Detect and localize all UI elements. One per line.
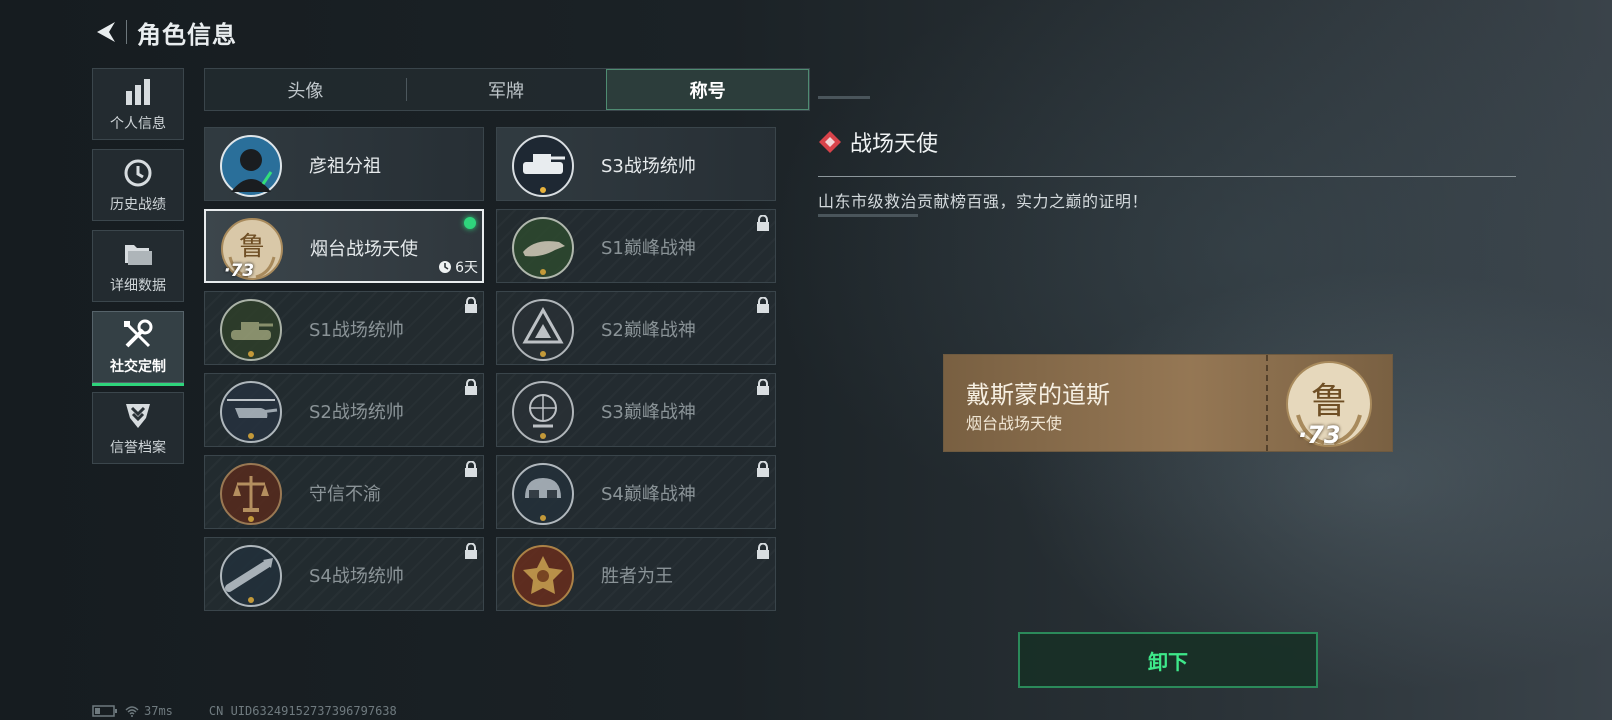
unequip-button[interactable]: 卸下: [1018, 632, 1318, 688]
history-clock-icon: [121, 156, 155, 190]
title-name: S1巅峰战神: [601, 238, 696, 259]
title-name: 守信不渝: [309, 484, 381, 505]
title-name: 彦祖分祖: [309, 156, 381, 177]
title-card-selected[interactable]: 鲁 ·73 烟台战场天使 6天: [204, 209, 484, 283]
lock-icon: [464, 378, 478, 395]
title-card[interactable]: S2战场统帅: [204, 373, 484, 447]
title-name: S3巅峰战神: [601, 402, 696, 423]
title-name: S1战场统帅: [309, 320, 404, 341]
helicopter-badge-icon: [219, 380, 283, 444]
crocodile-badge-icon: [511, 216, 575, 280]
lock-icon: [756, 542, 770, 559]
nav-item-history[interactable]: 历史战绩: [92, 149, 184, 221]
player-uid: CN UID6324915273739679763​8: [208, 704, 397, 718]
title-card[interactable]: 彦祖分祖: [204, 127, 484, 201]
title-name: S4战场统帅: [309, 566, 404, 587]
nav-item-personal-info[interactable]: 个人信息: [92, 68, 184, 140]
detail-divider: [818, 176, 1516, 177]
lock-icon: [464, 542, 478, 559]
diamond-marker-icon: [819, 131, 841, 153]
title-name: S2战场统帅: [309, 402, 404, 423]
back-arrow-icon[interactable]: [92, 17, 120, 47]
title-name: S4巅峰战神: [601, 484, 696, 505]
remaining-time: 6天: [438, 257, 478, 277]
bar-chart-icon: [121, 75, 155, 109]
tab-bar: 头像 军牌 称号: [204, 68, 810, 111]
armored-vehicle-badge-icon: [511, 134, 575, 198]
header: 角色信息: [92, 14, 237, 50]
side-nav: 个人信息 历史战绩 详细数据 社交定制 信誉档案: [92, 68, 184, 473]
title-card[interactable]: 守信不渝: [204, 455, 484, 529]
ping-value: 37ms: [144, 704, 173, 718]
title-card[interactable]: S1巅峰战神: [496, 209, 776, 283]
scales-badge-icon: [219, 462, 283, 526]
decoration-bar: [818, 214, 918, 217]
title-card[interactable]: 胜者为王: [496, 537, 776, 611]
title-card[interactable]: S4战场统帅: [204, 537, 484, 611]
title-grid: 彦祖分祖 S3战场统帅 鲁 ·73 烟台战场天使 6天 S1巅峰战神 S1战场统…: [204, 127, 776, 611]
nav-label: 社交定制: [110, 359, 166, 375]
missile-badge-icon: [219, 544, 283, 608]
tab-dog-tag[interactable]: 军牌: [405, 69, 607, 110]
wifi-icon: [125, 706, 139, 717]
tab-avatar[interactable]: 头像: [205, 69, 406, 110]
nameplate-player-name: 戴斯蒙的道斯: [966, 381, 1110, 409]
detail-title: 战场天使: [850, 132, 939, 157]
title-card[interactable]: S1战场统帅: [204, 291, 484, 365]
detail-title-row: 战场天使: [818, 126, 938, 158]
equipped-indicator: [464, 217, 476, 229]
lock-icon: [756, 460, 770, 477]
lock-icon: [756, 296, 770, 313]
decoration-bar: [818, 96, 870, 99]
nameplate-number: ·73: [1298, 421, 1341, 449]
title-card[interactable]: S2巅峰战神: [496, 291, 776, 365]
nav-label: 历史战绩: [110, 197, 166, 213]
folder-icon: [121, 237, 155, 271]
tank-badge-icon: [219, 298, 283, 362]
svg-text:鲁: 鲁: [239, 232, 265, 262]
remaining-time-text: 6天: [455, 260, 478, 276]
lock-icon: [464, 460, 478, 477]
nav-item-social-custom[interactable]: 社交定制: [92, 311, 184, 386]
helmet-badge-icon: [511, 462, 575, 526]
nameplate-divider: [1266, 355, 1268, 451]
triangle-emblem-badge-icon: [511, 298, 575, 362]
nav-label: 详细数据: [110, 278, 166, 294]
title-name: 烟台战场天使: [310, 239, 418, 260]
clock-icon: [439, 261, 452, 273]
svg-text:鲁: 鲁: [1311, 381, 1347, 422]
header-divider: [126, 20, 127, 44]
detail-description: 山东市级救治贡献榜百强，实力之巅的证明！: [818, 192, 1149, 211]
lock-icon: [756, 214, 770, 231]
battery-icon: [92, 705, 117, 717]
title-name: S3战场统帅: [601, 156, 696, 177]
badge-number: ·73: [224, 261, 255, 281]
title-card[interactable]: S3巅峰战神: [496, 373, 776, 447]
lock-icon: [756, 378, 770, 395]
globe-badge-icon: [511, 380, 575, 444]
page-title: 角色信息: [137, 20, 237, 49]
nameplate-preview: 戴斯蒙的道斯 烟台战场天使 鲁 ·73: [943, 354, 1393, 452]
title-name: S2巅峰战神: [601, 320, 696, 341]
tab-title[interactable]: 称号: [606, 69, 810, 110]
wrench-screwdriver-icon: [121, 318, 155, 352]
title-card[interactable]: S4巅峰战神: [496, 455, 776, 529]
status-bar: 37ms CN UID6324915273739679763​8: [92, 704, 403, 718]
nav-label: 个人信息: [110, 116, 166, 132]
medal-badge-icon: [511, 544, 575, 608]
nav-item-reputation[interactable]: 信誉档案: [92, 392, 184, 464]
nav-label: 信誉档案: [110, 440, 166, 456]
lock-icon: [464, 296, 478, 313]
title-card[interactable]: S3战场统帅: [496, 127, 776, 201]
title-name: 胜者为王: [601, 566, 673, 587]
portrait-badge-icon: [219, 134, 283, 198]
nameplate-title: 烟台战场天使: [966, 414, 1063, 433]
nav-item-detailed-data[interactable]: 详细数据: [92, 230, 184, 302]
shield-chevron-icon: [121, 399, 155, 433]
